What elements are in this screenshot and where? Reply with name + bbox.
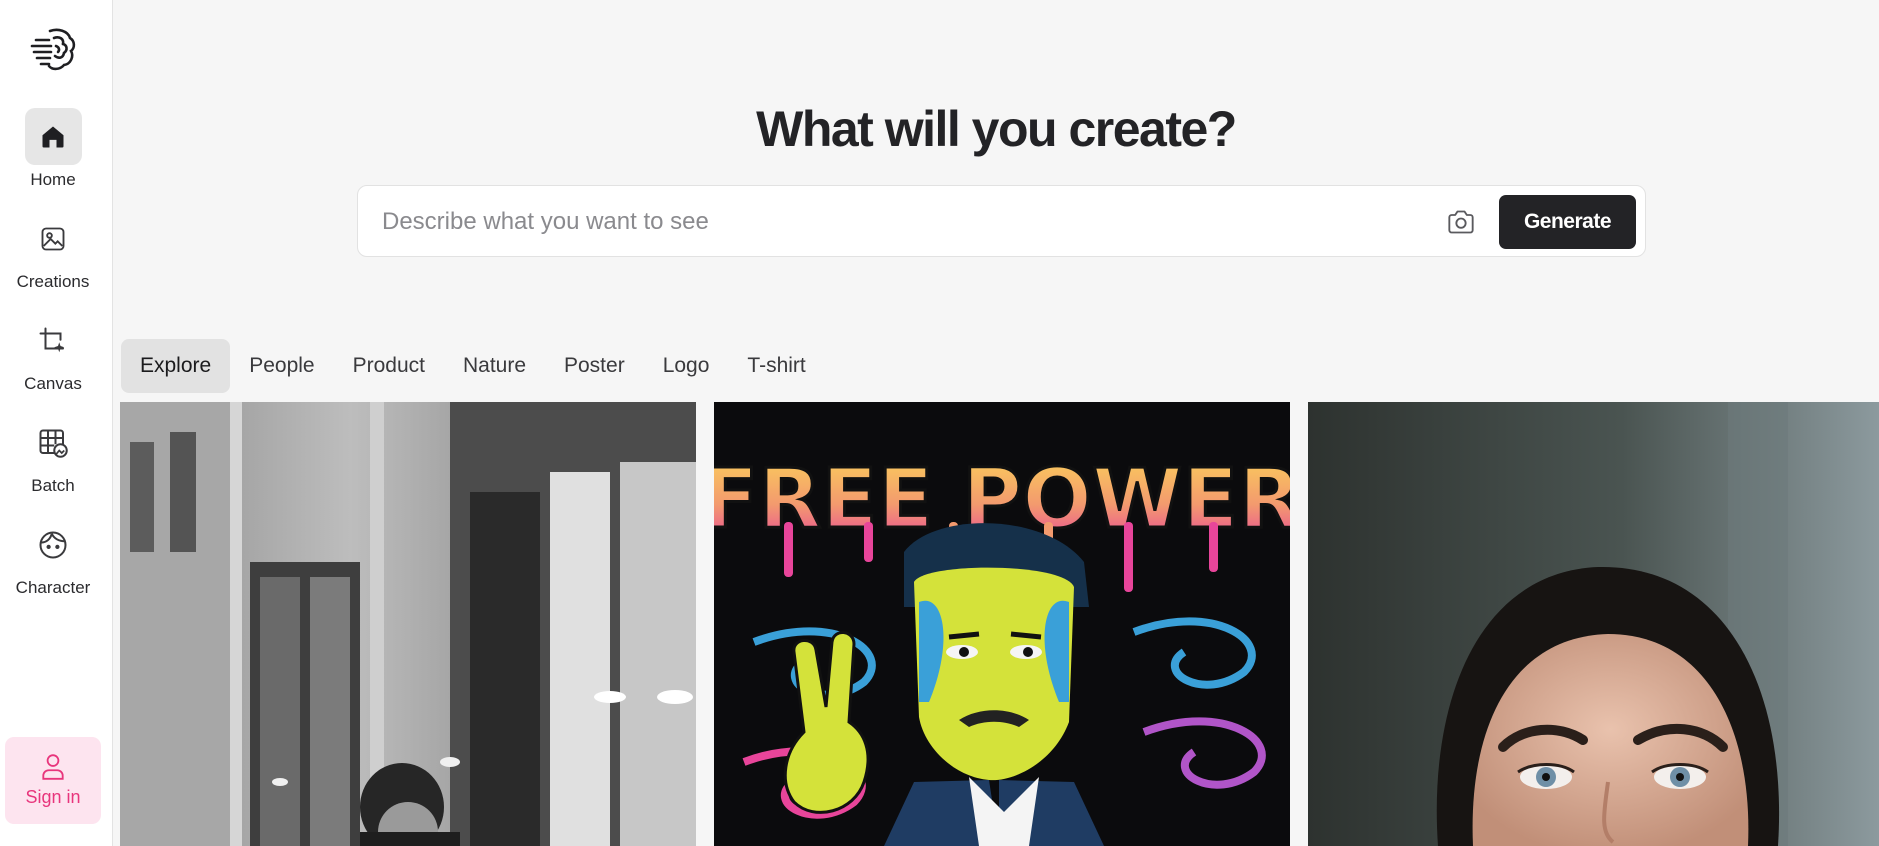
sign-in-button[interactable]: Sign in <box>5 737 101 824</box>
tab-poster[interactable]: Poster <box>545 339 644 393</box>
tab-product[interactable]: Product <box>334 339 444 393</box>
tab-tshirt[interactable]: T-shirt <box>728 339 824 393</box>
brain-logo-icon[interactable] <box>30 26 76 72</box>
page-title: What will you create? <box>756 101 1237 157</box>
sidebar: Home Creations Canvas Batch Character Si… <box>0 0 113 846</box>
sidebar-item-label: Home <box>30 170 76 189</box>
sidebar-item-home[interactable]: Home <box>0 108 106 190</box>
sidebar-item-batch[interactable]: Batch <box>0 414 106 496</box>
sidebar-item-label: Creations <box>16 272 90 291</box>
sidebar-item-creations[interactable]: Creations <box>0 210 106 292</box>
tab-logo[interactable]: Logo <box>644 339 729 393</box>
home-icon <box>42 126 64 147</box>
gallery-card-free-power-poster[interactable]: FREE POWER <box>714 402 1290 846</box>
gallery-card-street-portrait[interactable] <box>120 402 696 846</box>
grid-image-icon <box>39 429 68 458</box>
sidebar-item-label: Canvas <box>24 374 82 393</box>
poster-image: FREE POWER <box>714 402 1290 846</box>
camera-icon[interactable] <box>1445 206 1477 238</box>
sidebar-item-character[interactable]: Character <box>0 516 106 598</box>
street-photo-image <box>120 402 696 846</box>
face-icon <box>39 531 67 558</box>
gallery-card-woman-portrait[interactable] <box>1308 402 1879 846</box>
woman-portrait-image <box>1308 402 1879 846</box>
generate-button[interactable]: Generate <box>1499 195 1636 249</box>
sidebar-item-label: Batch <box>31 476 75 495</box>
tab-people[interactable]: People <box>230 339 333 393</box>
tab-explore[interactable]: Explore <box>121 339 231 393</box>
tab-nature[interactable]: Nature <box>444 339 545 393</box>
sidebar-item-label: Character <box>15 578 91 597</box>
sidebar-item-canvas[interactable]: Canvas <box>0 312 106 394</box>
crop-sparkle-icon <box>39 327 65 352</box>
prompt-bar: Generate <box>357 185 1646 257</box>
prompt-input[interactable] <box>382 204 1442 240</box>
user-icon <box>42 754 64 780</box>
image-icon <box>41 227 65 250</box>
category-tabs: Explore People Product Nature Poster Log… <box>121 339 825 393</box>
sign-in-label: Sign in <box>25 787 81 807</box>
